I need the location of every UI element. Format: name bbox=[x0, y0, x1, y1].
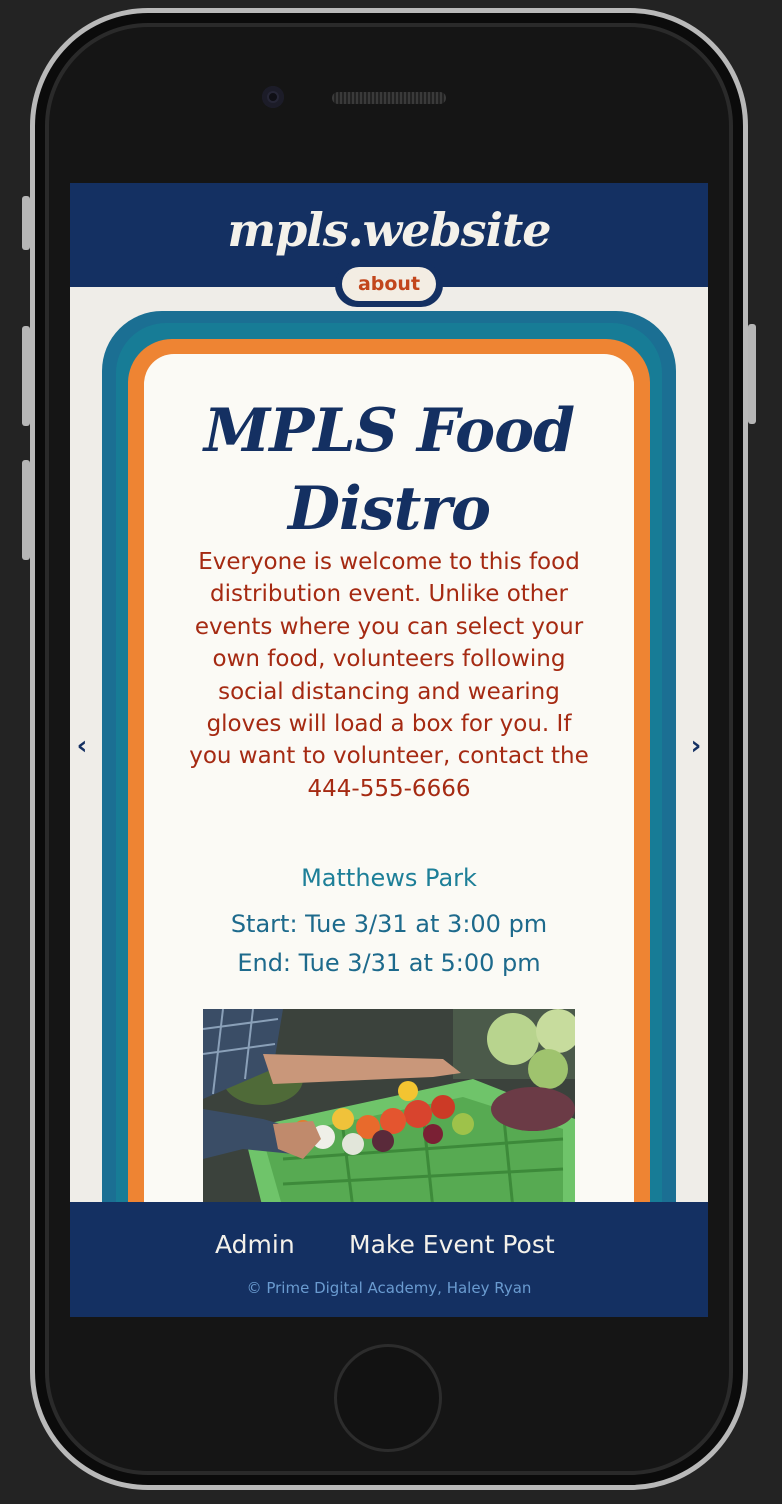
volume-up-button[interactable] bbox=[22, 326, 30, 426]
carousel-next-icon[interactable]: › bbox=[684, 731, 708, 761]
site-logo[interactable]: mpls.website bbox=[70, 203, 708, 257]
footer-bar: Admin Make Event Post © Prime Digital Ac… bbox=[70, 1202, 708, 1317]
carousel-prev-icon[interactable]: ‹ bbox=[70, 731, 94, 761]
camera-icon bbox=[262, 86, 284, 108]
app-screen: mpls.website about MPLS Food Distro Ever… bbox=[70, 183, 708, 1317]
event-description: Everyone is welcome to this food distrib… bbox=[189, 549, 589, 802]
event-photo bbox=[203, 1009, 575, 1209]
event-end: End: Tue 3/31 at 5:00 pm bbox=[237, 949, 541, 977]
home-button[interactable] bbox=[334, 1344, 442, 1452]
power-button[interactable] bbox=[748, 324, 756, 424]
about-button[interactable]: about bbox=[342, 267, 436, 301]
volume-down-button[interactable] bbox=[22, 460, 30, 560]
event-start: Start: Tue 3/31 at 3:00 pm bbox=[230, 910, 548, 938]
admin-link[interactable]: Admin bbox=[215, 1230, 295, 1259]
event-location: Matthews Park bbox=[301, 864, 477, 892]
make-event-post-link[interactable]: Make Event Post bbox=[349, 1230, 555, 1259]
speaker-grille bbox=[332, 92, 446, 104]
event-card: MPLS Food Distro Everyone is welcome to … bbox=[144, 354, 634, 1317]
event-title: MPLS Food Distro bbox=[203, 396, 575, 544]
mute-switch[interactable] bbox=[22, 196, 30, 250]
copyright-text: © Prime Digital Academy, Haley Ryan bbox=[246, 1279, 532, 1297]
produce-crates-image bbox=[203, 1009, 575, 1209]
